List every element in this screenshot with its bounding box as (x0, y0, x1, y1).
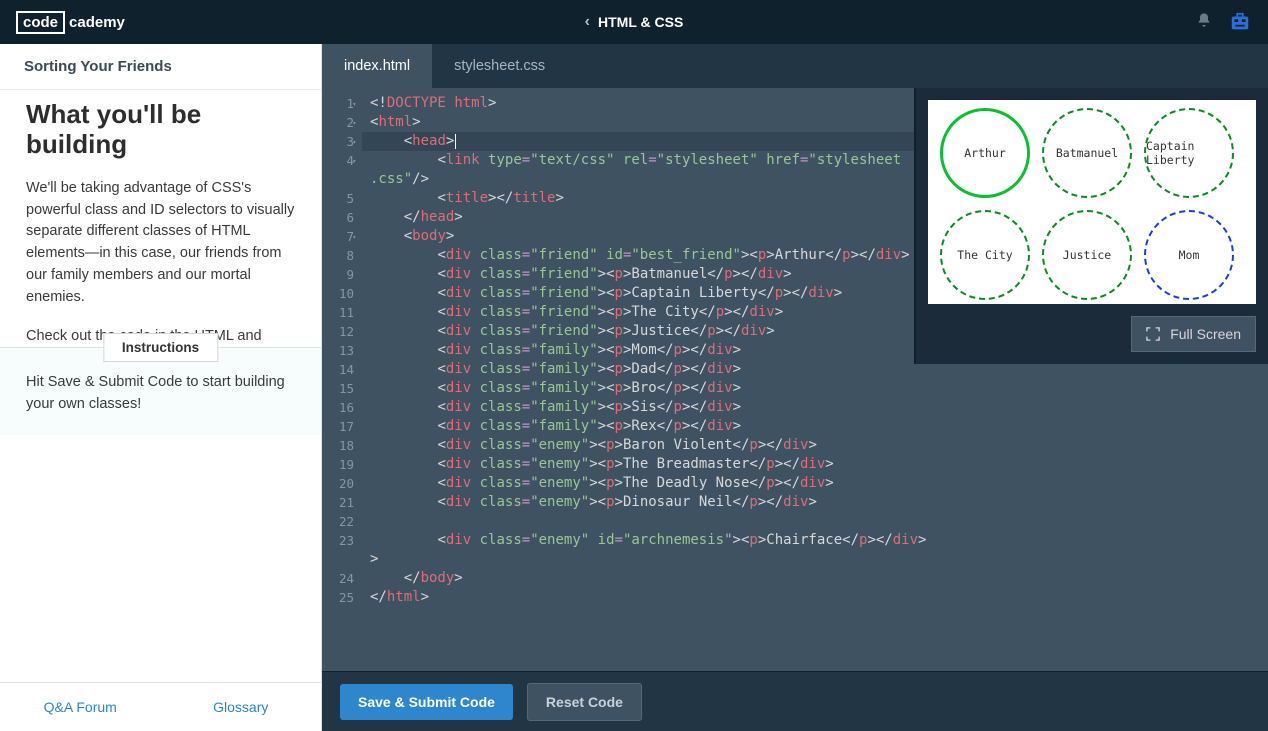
line-number: 7 (322, 227, 354, 246)
line-number: 2 (322, 113, 354, 132)
preview-circle: Captain Liberty (1144, 108, 1234, 198)
code-editor[interactable]: 1234567891011121314151617181920212223242… (322, 88, 1268, 671)
line-number: 14 (322, 360, 354, 379)
badge-icon[interactable] (1228, 10, 1252, 34)
lesson-header: Sorting Your Friends (0, 44, 321, 89)
code-line[interactable]: <div class="enemy"><p>Baron Violent</p><… (362, 436, 1268, 455)
code-line[interactable]: <div class="family"><p>Bro</p></div> (362, 379, 1268, 398)
line-number: 25 (322, 588, 354, 607)
preview-panel: ArthurBatmanuelCaptain Liberty The CityJu… (914, 88, 1268, 364)
line-number: 18 (322, 436, 354, 455)
line-number: 21 (322, 493, 354, 512)
line-number: 16 (322, 398, 354, 417)
glossary-link[interactable]: Glossary (161, 683, 322, 731)
line-number: 1 (322, 94, 354, 113)
code-line[interactable]: <div class="enemy" id="archnemesis"><p>C… (362, 531, 1268, 550)
line-number: 13 (322, 341, 354, 360)
fullscreen-label: Full Screen (1170, 326, 1241, 342)
line-number: 5 (322, 189, 354, 208)
preview-circle: Arthur (940, 108, 1030, 198)
line-number (322, 170, 354, 189)
code-line[interactable]: <div class="family"><p>Sis</p></div> (362, 398, 1268, 417)
editor-tabs: index.html stylesheet.css (322, 44, 1268, 88)
preview-output: ArthurBatmanuelCaptain Liberty The CityJu… (928, 100, 1256, 304)
code-line[interactable]: <div class="enemy"><p>Dinosaur Neil</p><… (362, 493, 1268, 512)
line-number: 19 (322, 455, 354, 474)
code-line[interactable]: </html> (362, 588, 1268, 607)
code-line[interactable]: <div class="enemy"><p>The Deadly Nose</p… (362, 474, 1268, 493)
fullscreen-icon (1146, 327, 1160, 341)
logo-box: code (16, 11, 65, 34)
topbar: codecademy ‹ HTML & CSS (0, 0, 1268, 44)
line-number: 4 (322, 151, 354, 170)
save-submit-button[interactable]: Save & Submit Code (340, 684, 513, 720)
sidebar: Sorting Your Friends What you'll be buil… (0, 44, 322, 731)
chevron-left-icon: ‹ (585, 13, 590, 31)
lesson-paragraph-1: We'll be taking advantage of CSS's power… (26, 178, 295, 309)
instructions-label: Instructions (103, 333, 218, 362)
line-number: 22 (322, 512, 354, 531)
line-number: 12 (322, 322, 354, 341)
line-number: 23 (322, 531, 354, 550)
line-number: 3 (322, 132, 354, 151)
lesson-title: What you'll be building (26, 100, 295, 160)
line-number: 6 (322, 208, 354, 227)
code-line[interactable]: <div class="family"><p>Rex</p></div> (362, 417, 1268, 436)
code-line[interactable]: </body> (362, 569, 1268, 588)
fullscreen-button[interactable]: Full Screen (1131, 316, 1256, 352)
line-number: 17 (322, 417, 354, 436)
preview-circle: Mom (1144, 210, 1234, 300)
code-line[interactable]: <div class="enemy"><p>The Breadmaster</p… (362, 455, 1268, 474)
line-number: 9 (322, 265, 354, 284)
line-number: 15 (322, 379, 354, 398)
editor-area: index.html stylesheet.css 12345678910111… (322, 44, 1268, 731)
action-bar: Save & Submit Code Reset Code (322, 671, 1268, 731)
code-line[interactable] (362, 512, 1268, 531)
instructions-text: Hit Save & Submit Code to start building… (0, 372, 321, 436)
line-number: 10 (322, 284, 354, 303)
sidebar-footer: Q&A Forum Glossary (0, 682, 321, 731)
preview-circle: The City (940, 210, 1030, 300)
qa-forum-link[interactable]: Q&A Forum (0, 683, 161, 731)
instructions-section: Instructions Hit Save & Submit Code to s… (0, 347, 321, 436)
line-number: 20 (322, 474, 354, 493)
breadcrumb[interactable]: ‹ HTML & CSS (585, 13, 684, 31)
line-number: 24 (322, 569, 354, 588)
reset-code-button[interactable]: Reset Code (527, 683, 642, 721)
preview-circle: Justice (1042, 210, 1132, 300)
line-number (322, 550, 354, 569)
logo-text: cademy (69, 14, 125, 31)
line-number: 11 (322, 303, 354, 322)
preview-circle: Batmanuel (1042, 108, 1132, 198)
tab-index-html[interactable]: index.html (322, 44, 432, 88)
code-line[interactable]: > (362, 550, 1268, 569)
tab-stylesheet-css[interactable]: stylesheet.css (432, 44, 567, 88)
bell-icon[interactable] (1196, 12, 1212, 33)
breadcrumb-text: HTML & CSS (598, 14, 683, 30)
line-number: 8 (322, 246, 354, 265)
logo[interactable]: codecademy (16, 11, 125, 34)
